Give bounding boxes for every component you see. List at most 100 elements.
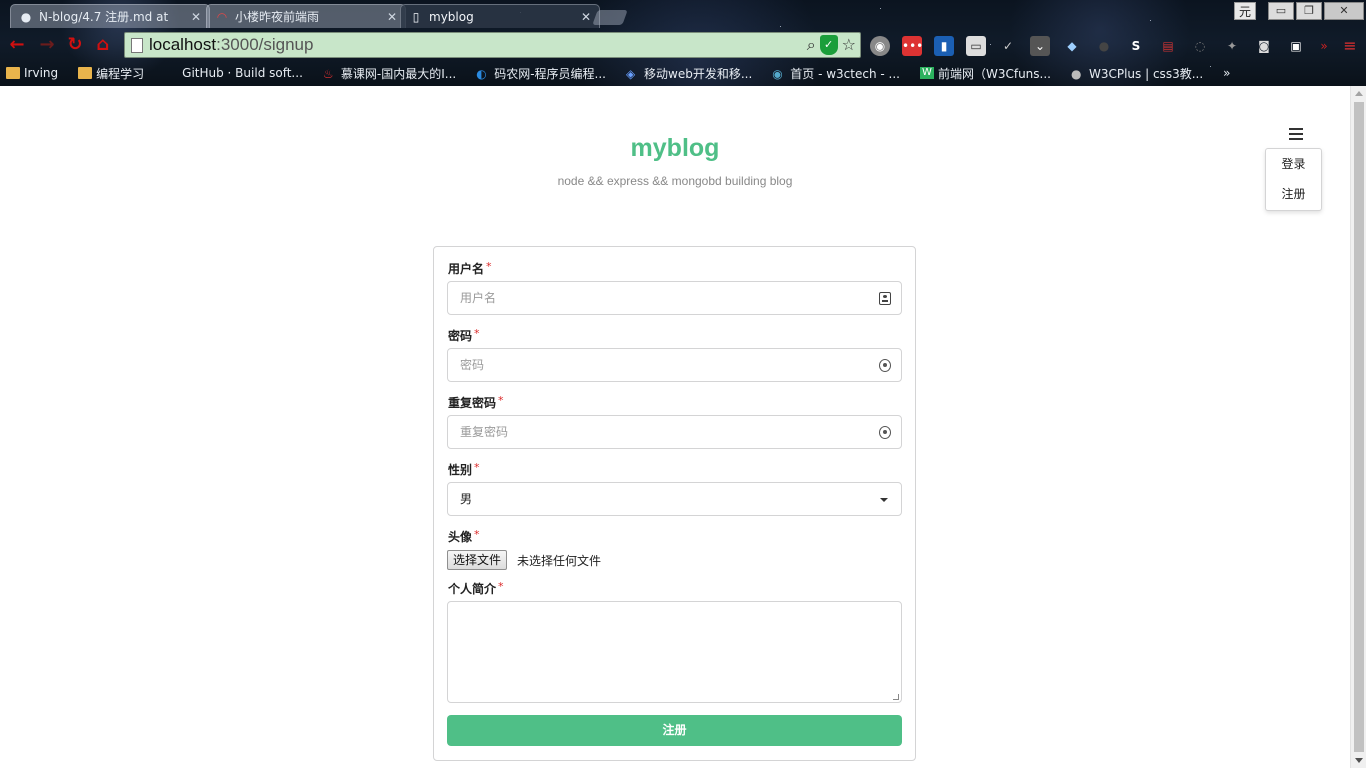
bio-label: 个人简介 * bbox=[448, 580, 504, 596]
star-icon[interactable]: ☆ bbox=[842, 35, 856, 55]
signup-submit-button[interactable]: 注册 bbox=[447, 715, 902, 746]
tab-title: 小楼昨夜前端雨 bbox=[235, 10, 320, 24]
dropdown-caret-icon bbox=[880, 498, 888, 502]
tab-blog[interactable]: ◠ 小楼昨夜前端雨 ✕ bbox=[206, 4, 406, 28]
forward-icon[interactable]: → bbox=[36, 34, 58, 56]
check-icon[interactable]: ✓ bbox=[998, 36, 1018, 56]
restore-button[interactable]: ❐ bbox=[1296, 2, 1322, 20]
extension-icon[interactable]: ••• bbox=[902, 36, 923, 56]
tab-title: myblog bbox=[429, 9, 474, 24]
tab-title: N-blog/4.7 注册.md at bbox=[39, 10, 169, 24]
repassword-label: 重复密码 * bbox=[448, 394, 504, 410]
github-icon: ● bbox=[20, 9, 32, 24]
close-window-button[interactable]: ✕ bbox=[1324, 2, 1364, 20]
extension-icon[interactable]: ▭ bbox=[966, 36, 986, 56]
lock-icon bbox=[879, 426, 891, 439]
pocket-icon[interactable]: ⌄ bbox=[1030, 36, 1050, 56]
close-tab-icon[interactable]: ✕ bbox=[581, 10, 591, 24]
gender-label: 性别 * bbox=[448, 461, 480, 477]
id-card-icon bbox=[879, 292, 891, 305]
window-controls: 元 ▭ ❐ ✕ bbox=[1234, 2, 1364, 20]
bookmark-item[interactable]: ● W3CPlus | css3教... bbox=[1071, 65, 1203, 82]
password-input[interactable]: 密码 bbox=[447, 348, 902, 382]
scroll-up-arrow-icon[interactable] bbox=[1355, 91, 1363, 96]
required-mark: * bbox=[498, 580, 504, 593]
url-text[interactable]: localhost:3000/signup bbox=[149, 35, 313, 55]
page-scrollbar[interactable] bbox=[1350, 86, 1366, 768]
address-bar[interactable]: localhost:3000/signup ⌕ ✓ ☆ bbox=[124, 32, 861, 58]
s-extension-icon[interactable]: S bbox=[1126, 36, 1146, 56]
scroll-down-arrow-icon[interactable] bbox=[1355, 758, 1363, 763]
file-status-text: 未选择任何文件 bbox=[517, 554, 602, 568]
site-icon: ● bbox=[1070, 67, 1082, 81]
menu-icon[interactable]: ≡ bbox=[1340, 36, 1360, 56]
required-mark: * bbox=[474, 461, 480, 474]
bookmark-item[interactable]: ◉ 首页 - w3ctech - ... bbox=[772, 65, 900, 82]
page-icon: ▯ bbox=[412, 9, 420, 24]
bookmark-item[interactable]: ◈ 移动web开发和移... bbox=[626, 65, 752, 82]
new-tab-button[interactable] bbox=[592, 10, 628, 25]
bookmark-item[interactable]: GitHub · Build soft... bbox=[164, 66, 303, 80]
folder-icon bbox=[6, 67, 20, 79]
bio-textarea[interactable] bbox=[447, 601, 902, 703]
bookmark-item[interactable]: Irving bbox=[6, 66, 58, 80]
required-mark: * bbox=[498, 394, 504, 407]
signin-link[interactable]: 登录 bbox=[1266, 149, 1321, 179]
back-icon[interactable]: ← bbox=[6, 34, 28, 56]
close-tab-icon[interactable]: ✕ bbox=[387, 10, 397, 24]
site-icon: W bbox=[919, 67, 934, 79]
folder-icon bbox=[78, 67, 93, 79]
browser-chrome: ● N-blog/4.7 注册.md at ✕ ◠ 小楼昨夜前端雨 ✕ ▯ my… bbox=[0, 0, 1366, 86]
choose-file-button[interactable]: 选择文件 bbox=[447, 550, 508, 570]
scrollbar-thumb[interactable] bbox=[1354, 102, 1364, 752]
reload-icon[interactable]: ↻ bbox=[64, 34, 86, 56]
bookmark-item[interactable]: 编程学习 bbox=[78, 65, 144, 82]
gender-select[interactable]: 男 bbox=[447, 482, 902, 516]
extension-icon[interactable]: ◌ bbox=[1190, 36, 1210, 56]
extension-icon[interactable]: ▤ bbox=[1158, 36, 1178, 56]
extension-icon[interactable]: ● bbox=[1094, 36, 1114, 56]
extension-icon[interactable]: » bbox=[1314, 36, 1334, 56]
page-icon bbox=[131, 37, 143, 53]
site-subtitle: node && express && mongobd building blog bbox=[557, 174, 793, 188]
site-title[interactable]: myblog bbox=[0, 134, 1350, 163]
browser-toolbar: ← → ↻ ⌂ localhost:3000/signup ⌕ ✓ ☆ ◉ ••… bbox=[0, 30, 1366, 60]
signup-link[interactable]: 注册 bbox=[1266, 179, 1321, 209]
chart-extension-icon[interactable]: ▮ bbox=[934, 36, 954, 56]
tab-strip: ● N-blog/4.7 注册.md at ✕ ◠ 小楼昨夜前端雨 ✕ ▯ my… bbox=[0, 2, 1366, 28]
home-icon[interactable]: ⌂ bbox=[92, 34, 114, 56]
extension-icon[interactable]: ▣ bbox=[1286, 36, 1306, 56]
site-icon: ◈ bbox=[626, 67, 636, 81]
site-icon: ◠ bbox=[216, 9, 228, 24]
camera-icon[interactable]: ◙ bbox=[1254, 36, 1274, 56]
hamburger-menu-icon[interactable] bbox=[1289, 128, 1303, 140]
lock-icon bbox=[879, 359, 891, 372]
bookmark-item[interactable]: W 前端网（W3Cfuns... bbox=[919, 65, 1051, 82]
site-icon: ◐ bbox=[476, 67, 487, 81]
diamond-icon[interactable]: ◆ bbox=[1062, 36, 1082, 56]
avatar-label: 头像 * bbox=[448, 528, 480, 544]
ime-indicator[interactable]: 元 bbox=[1234, 2, 1256, 20]
shield-icon[interactable]: ✓ bbox=[819, 35, 838, 55]
user-dropdown-menu: 登录 注册 bbox=[1265, 148, 1322, 211]
site-icon: ◉ bbox=[772, 67, 783, 81]
signup-form: 用户名 * 用户名 密码 * 密码 重复密码 * 重复密码 性别 * 男 头像 * 选择文… bbox=[433, 246, 916, 761]
extension-icon[interactable]: ✦ bbox=[1222, 36, 1242, 56]
resize-grip-icon[interactable] bbox=[893, 694, 899, 700]
tab-myblog[interactable]: ▯ myblog ✕ bbox=[400, 4, 600, 28]
bookmark-item[interactable]: ♨ 慕课网-国内最大的I... bbox=[323, 65, 456, 82]
tab-github[interactable]: ● N-blog/4.7 注册.md at ✕ bbox=[10, 4, 210, 28]
required-mark: * bbox=[486, 260, 492, 273]
page-content: myblog node && express && mongobd buildi… bbox=[0, 86, 1350, 768]
username-input[interactable]: 用户名 bbox=[447, 281, 902, 315]
minimize-button[interactable]: ▭ bbox=[1268, 2, 1294, 20]
flame-icon: ♨ bbox=[322, 67, 334, 81]
github-icon bbox=[164, 67, 178, 79]
bookmark-item[interactable]: ◐ 码农网-程序员编程... bbox=[476, 65, 606, 82]
close-tab-icon[interactable]: ✕ bbox=[191, 10, 201, 24]
repassword-input[interactable]: 重复密码 bbox=[447, 415, 902, 449]
required-mark: * bbox=[474, 327, 480, 340]
search-icon[interactable]: ⌕ bbox=[807, 35, 816, 55]
extension-icon[interactable]: ◉ bbox=[870, 36, 890, 56]
more-bookmarks-icon[interactable]: » bbox=[1223, 66, 1230, 80]
